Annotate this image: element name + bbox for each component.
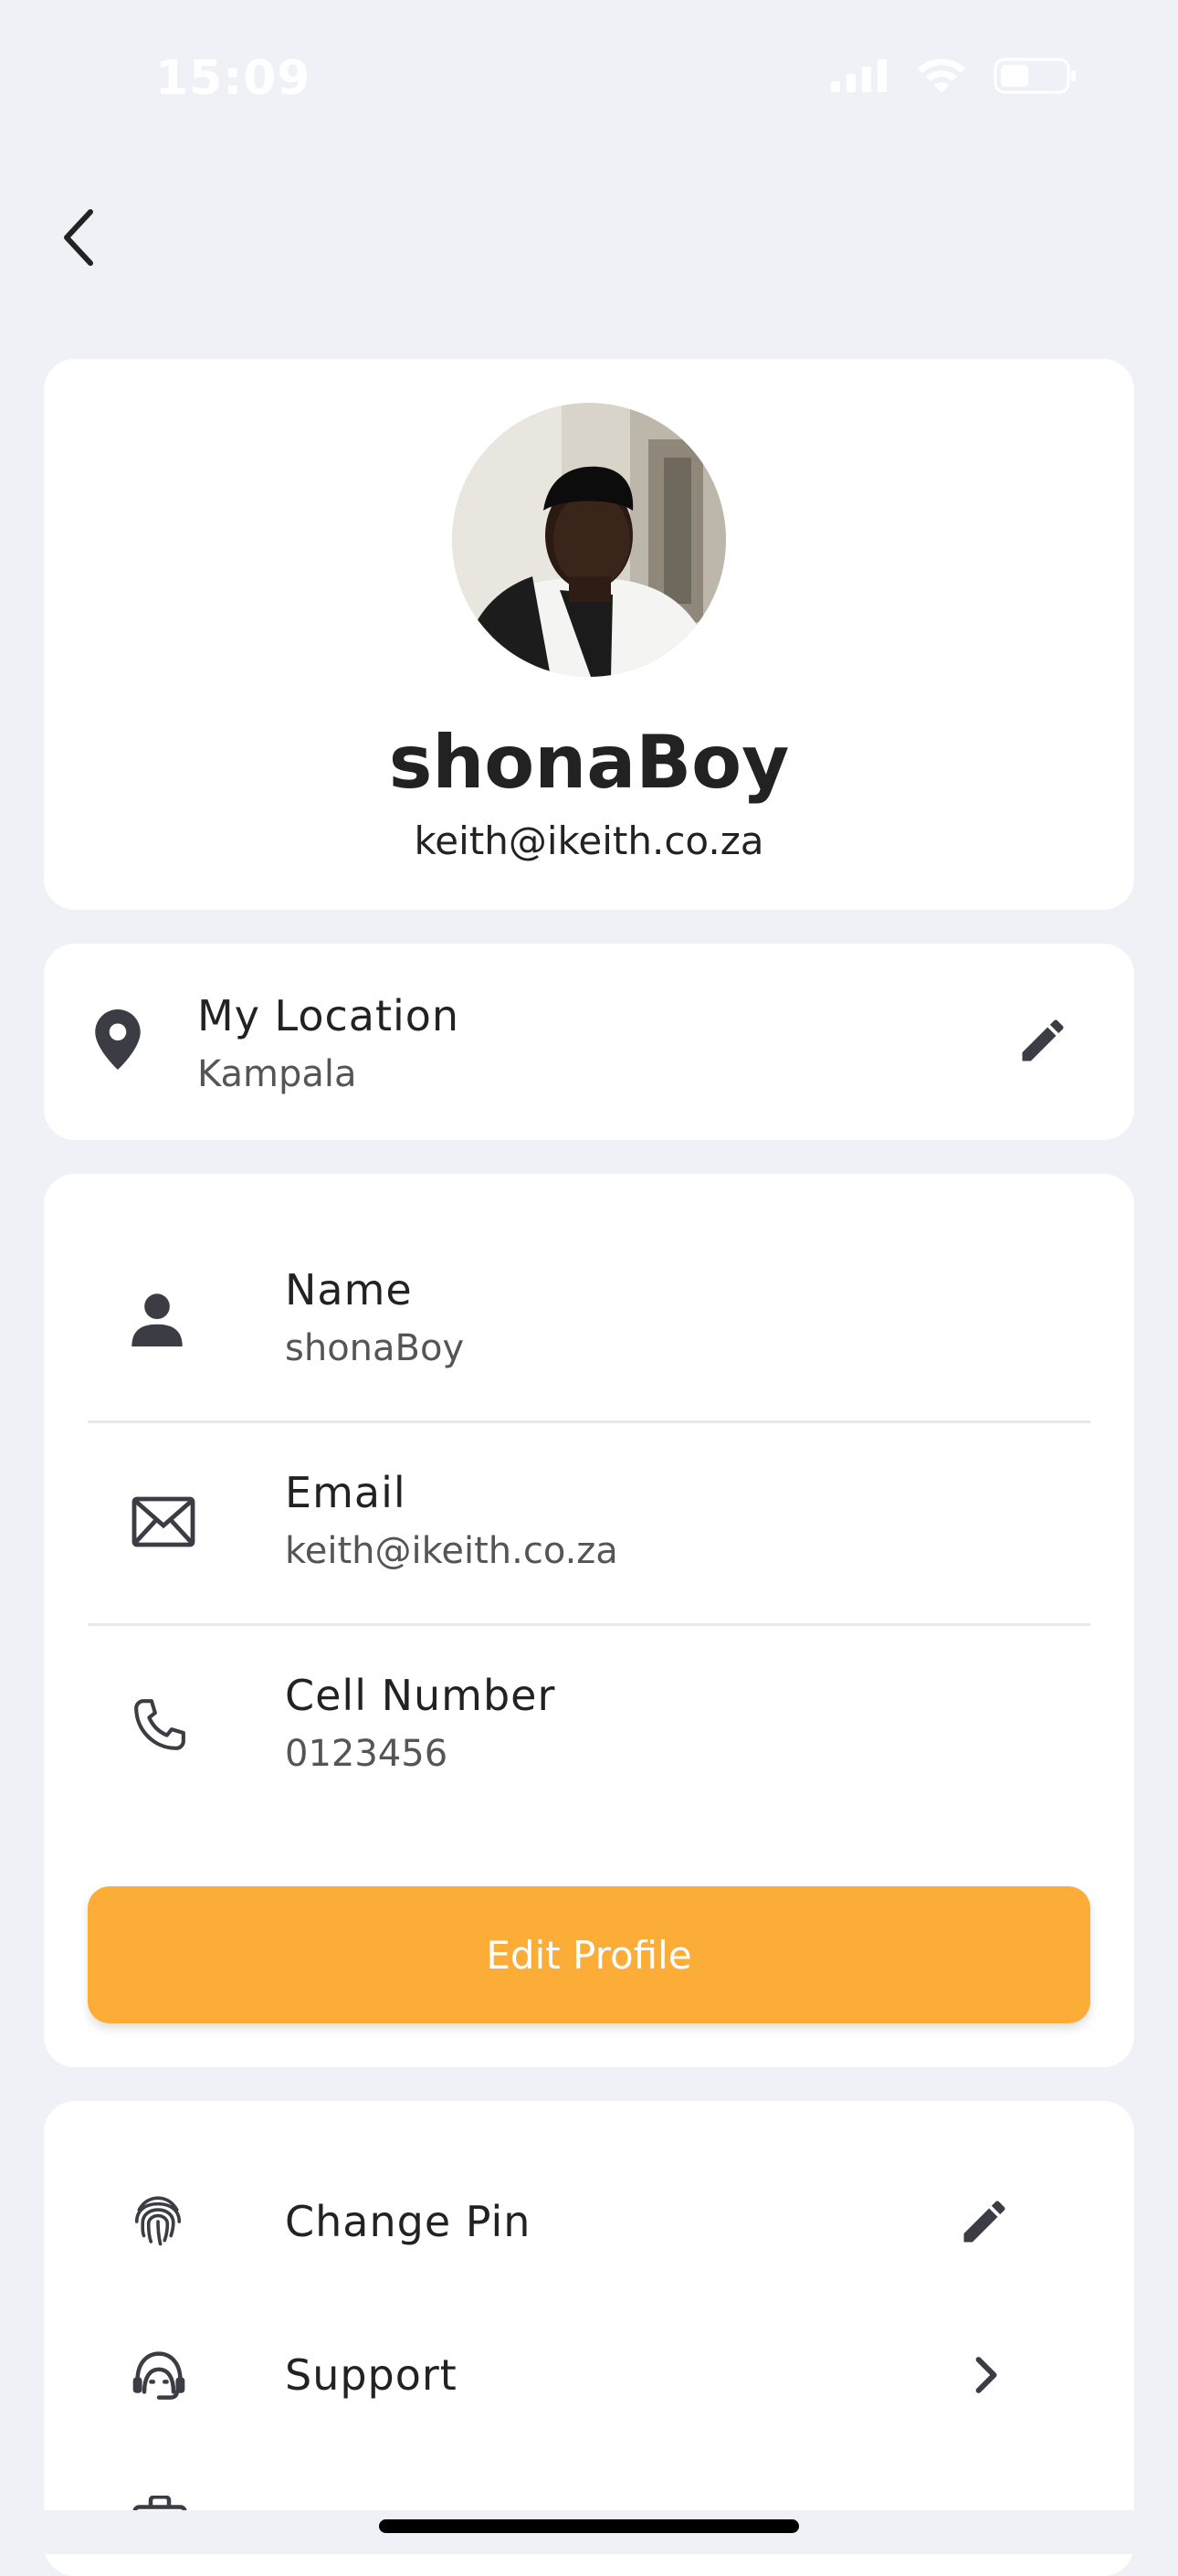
cell-row: Cell Number 0123456 [88,1623,1090,1826]
edit-location-button[interactable] [1015,1013,1070,1072]
headset-icon [130,2302,188,2448]
info-card: Name shonaBoy Email keith@ikeith.co.za C… [44,1174,1134,2067]
wifi-icon [918,58,965,93]
signal-icon [831,59,887,92]
pencil-icon [963,2201,1005,2243]
back-button[interactable] [46,196,110,279]
chevron-left-icon [64,209,93,266]
location-title: My Location [197,991,460,1040]
status-icons [831,57,1078,95]
change-pin-row[interactable]: Change Pin [88,2148,1090,2295]
location-pin-icon [95,1009,141,1070]
phone-icon [131,1623,188,1826]
support-label: Support [285,2350,458,2400]
location-value: Kampala [197,1053,357,1095]
email-row: Email keith@ikeith.co.za [88,1420,1090,1626]
email-value: keith@ikeith.co.za [285,1530,618,1572]
change-pin-edit[interactable] [957,2148,1012,2295]
battery-icon [994,58,1076,94]
name-label: Name [285,1265,413,1314]
status-time: 15:09 [155,51,311,106]
avatar[interactable] [452,403,726,677]
envelope-icon [131,1420,195,1623]
person-icon [131,1218,183,1420]
profile-card: shonaBoy keith@ikeith.co.za [44,359,1134,910]
edit-profile-button[interactable]: Edit Profile [88,1886,1090,2023]
settings-card: Change Pin Support [44,2101,1134,2576]
chevron-right-icon [973,2302,1001,2448]
support-row[interactable]: Support [88,2302,1090,2448]
change-pin-label: Change Pin [285,2197,531,2246]
cell-label: Cell Number [285,1671,556,1720]
profile-username: shonaBoy [388,720,790,805]
name-row: Name shonaBoy [88,1218,1090,1423]
cell-value: 0123456 [285,1733,448,1775]
location-card: My Location Kampala [44,944,1134,1140]
pencil-icon [1022,1019,1064,1061]
profile-email: keith@ikeith.co.za [414,818,764,863]
email-label: Email [285,1468,406,1517]
status-bar: 15:09 [0,0,1178,160]
name-value: shonaBoy [285,1327,465,1369]
home-indicator[interactable] [379,2519,799,2533]
fingerprint-icon [130,2148,186,2295]
